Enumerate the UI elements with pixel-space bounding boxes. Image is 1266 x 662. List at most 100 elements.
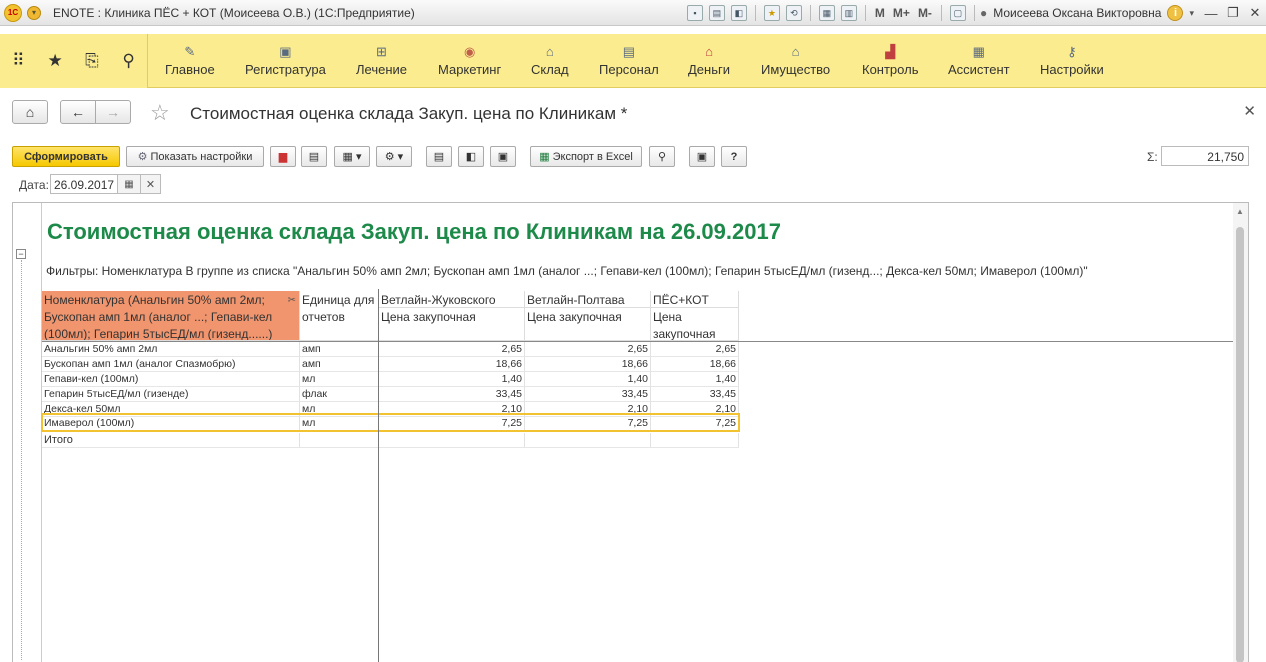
report-title: Стоимостная оценка склада Закуп. цена по… (47, 219, 781, 244)
print-icon[interactable]: ▤ (708, 5, 725, 21)
row-value-3: 18,66 (651, 357, 739, 372)
home-button[interactable]: ⌂ (12, 100, 48, 124)
header-unit: Единица для отчетов (300, 291, 379, 341)
minimize-icon[interactable]: — (1200, 6, 1222, 21)
app-logo-icon: 1C (4, 3, 22, 22)
back-button[interactable]: ← (60, 100, 96, 124)
save-button[interactable]: ▣ (490, 146, 516, 167)
row-value-3: 1,40 (651, 372, 739, 387)
forward-button[interactable]: → (95, 100, 131, 124)
save-icon[interactable]: ▪ (686, 5, 703, 21)
clear-icon[interactable]: ✕ (140, 174, 161, 194)
history-nav-icon[interactable]: ⎘ (74, 51, 111, 71)
generate-button[interactable]: Сформировать (12, 146, 120, 167)
help-button[interactable]: ? (721, 146, 747, 167)
row-value-2: 2,65 (525, 342, 651, 357)
separator (864, 5, 866, 21)
chart-button[interactable]: ▆ (270, 146, 296, 167)
history-icon[interactable]: ⟲ (785, 5, 802, 21)
section-label: Контроль (862, 62, 919, 77)
section-treatment[interactable]: ⊞ Лечение (356, 44, 407, 77)
header-nomenclature[interactable]: Номенклатура (Анальгин 50% амп 2мл; Буск… (42, 291, 300, 341)
all-functions-icon[interactable]: ⠿ (0, 51, 37, 71)
show-settings-label: Показать настройки (150, 150, 253, 163)
section-assistant[interactable]: ▦ Ассистент (948, 44, 1010, 77)
favorite-star-icon[interactable]: ☆ (150, 100, 170, 126)
row-unit: амп (300, 342, 379, 357)
section-main[interactable]: ✎ Главное (165, 44, 215, 77)
calendar-icon[interactable]: ▦ (117, 174, 141, 194)
section-settings[interactable]: ⚷ Настройки (1040, 44, 1104, 77)
section-staff[interactable]: ▤ Персонал (599, 44, 659, 77)
gear-dropdown-icon: ⚙ ▾ (384, 151, 404, 163)
preview-button[interactable]: ◧ (458, 146, 484, 167)
search-icon: ⚲ (657, 151, 667, 163)
bar-chart-icon: ▆ (278, 151, 288, 163)
row-value-2: 33,45 (525, 387, 651, 402)
report-sheet[interactable]: − Стоимостная оценка склада Закуп. цена … (12, 202, 1249, 662)
show-settings-button[interactable]: ⚙ Показать настройки (126, 146, 264, 167)
header-clinic-1: Ветлайн-Жуковского (379, 291, 525, 308)
panels-icon[interactable]: ▢ (949, 5, 966, 21)
row-value-1: 2,65 (379, 342, 525, 357)
calendar-icon[interactable]: ▥ (840, 5, 857, 21)
settings-button[interactable]: ▣ (689, 146, 715, 167)
main-menu-icon[interactable]: ▾ (27, 5, 41, 20)
section-registry[interactable]: ▣ Регистратура (245, 44, 326, 77)
report-options-button[interactable]: ▤ (301, 146, 327, 167)
date-input[interactable]: 26.09.2017 (50, 174, 118, 194)
filter-icon: ✂ (287, 295, 296, 306)
excel-icon: ▦ (539, 151, 550, 163)
section-label: Настройки (1040, 62, 1104, 77)
find-button[interactable]: ⚲ (649, 146, 675, 167)
print-button[interactable]: ▤ (426, 146, 452, 167)
form-title: Стоимостная оценка склада Закуп. цена по… (190, 104, 628, 123)
user-name[interactable]: Моисеева Оксана Викторовна (993, 6, 1161, 20)
close-window-icon[interactable]: ✕ (1244, 5, 1266, 21)
money-icon: ⌂ (705, 44, 713, 59)
favorites-icon[interactable]: ★ (763, 5, 780, 21)
user-icon: ● (979, 6, 988, 20)
assistant-icon: ▦ (972, 44, 985, 59)
memory-minus-button[interactable]: M- (918, 6, 932, 20)
search-icon[interactable]: ⚲ (110, 51, 147, 71)
calculator-icon[interactable]: ▦ (818, 5, 835, 21)
favorites-star-icon[interactable]: ★ (37, 51, 74, 71)
more-settings-dropdown-button[interactable]: ⚙ ▾ (376, 146, 412, 167)
separator (809, 5, 811, 21)
variant-icon: ▦ ▾ (342, 151, 362, 163)
vertical-scrollbar[interactable]: ▲ (1233, 203, 1248, 662)
arrow-right-icon: → (106, 104, 120, 120)
section-label: Маркетинг (438, 62, 502, 77)
preview-icon[interactable]: ◧ (730, 5, 747, 21)
magnifier-doc-icon: ◧ (465, 151, 477, 163)
info-dropdown-icon[interactable]: ▾ (1189, 8, 1194, 19)
variant-dropdown-button[interactable]: ▦ ▾ (334, 146, 370, 167)
restore-icon[interactable]: ❐ (1222, 5, 1244, 21)
floppy-icon: ▣ (497, 151, 509, 163)
memory-button[interactable]: M (875, 6, 885, 20)
row-unit: амп (300, 357, 379, 372)
row-name: Анальгин 50% амп 2мл (42, 342, 300, 357)
scrollbar-thumb[interactable] (1236, 227, 1244, 662)
selection-frame (41, 413, 740, 432)
header-price-1: Цена закупочная (379, 308, 525, 341)
row-name: Бускопан амп 1мл (аналог Спазмобрю) (42, 357, 300, 372)
chart-icon: ▟ (885, 44, 896, 59)
section-control[interactable]: ▟ Контроль (862, 44, 918, 77)
section-warehouse[interactable]: ⌂ Склад (531, 44, 569, 77)
info-icon[interactable]: i (1167, 5, 1184, 21)
printer-icon: ▤ (433, 151, 445, 163)
scroll-up-icon[interactable]: ▲ (1236, 207, 1244, 216)
section-label: Лечение (356, 62, 408, 77)
total-value-1 (379, 433, 525, 448)
date-label: Дата: (19, 178, 49, 192)
export-excel-button[interactable]: ▦ Экспорт в Excel (530, 146, 642, 167)
close-form-icon[interactable]: ✕ (1243, 102, 1256, 120)
section-money[interactable]: ⌂ Деньги (688, 44, 730, 77)
collapse-group-icon[interactable]: − (16, 249, 26, 259)
sum-label: Σ: (1147, 150, 1158, 164)
memory-plus-button[interactable]: M+ (893, 6, 910, 20)
section-marketing[interactable]: ◉ Маркетинг (438, 44, 501, 77)
section-property[interactable]: ⌂ Имущество (761, 44, 830, 77)
